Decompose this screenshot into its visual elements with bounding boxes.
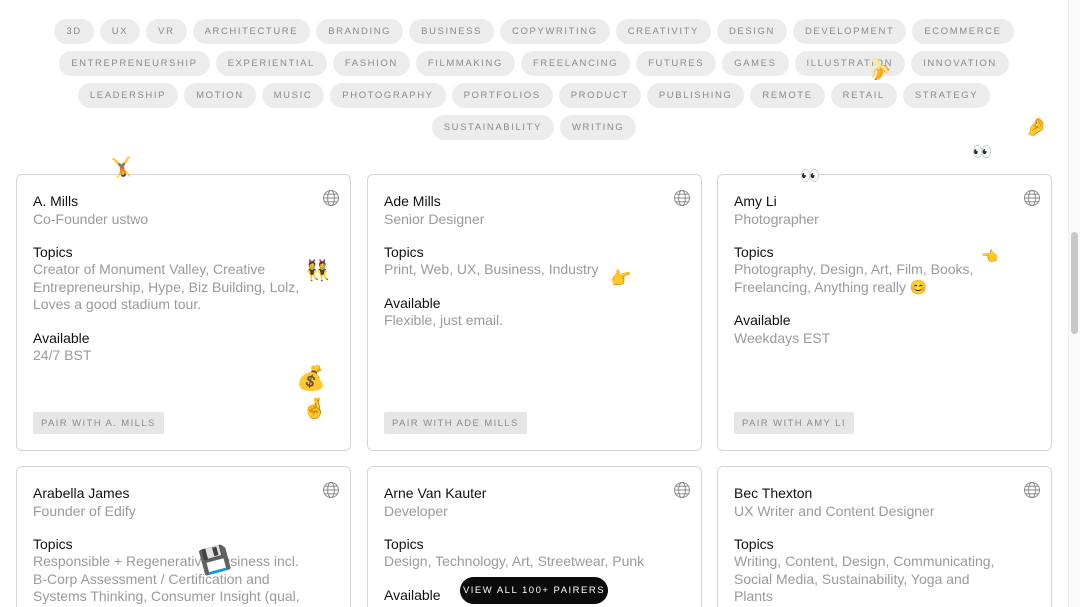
tag-3d[interactable]: 3D [54,19,94,44]
tag-sustainability[interactable]: Sustainability [431,115,554,140]
pair-button[interactable]: Pair with A. Mills [33,412,164,434]
topics-text: Responsible + Regenerative Business incl… [33,553,300,607]
pairer-name: Arne Van Kauter [384,485,487,501]
tag-games[interactable]: Games [722,51,789,76]
globe-icon[interactable] [1023,189,1041,207]
tag-ecommerce[interactable]: Ecommerce [912,19,1014,44]
available-label: Available [734,312,791,328]
tag-entrepreneurship[interactable]: Entrepreneurship [59,51,210,76]
tag-row: Entrepreneurship Experiential Fashion Fi… [0,51,1068,76]
pairer-role: Co-Founder ustwo [33,210,149,227]
globe-icon[interactable] [322,189,340,207]
tag-vr[interactable]: VR [146,19,187,44]
tag-retail[interactable]: Retail [830,83,897,108]
scrollbar[interactable] [1068,0,1080,607]
pairer-role: Senior Designer [384,210,485,227]
topics-label: Topics [384,243,424,260]
pair-button[interactable]: Pair with Ade Mills [384,412,527,434]
available-label: Available [33,329,90,346]
tag-illustration[interactable]: Illustration [794,51,906,76]
tag-strategy[interactable]: Strategy [902,83,991,108]
topics-label: Topics [734,243,774,260]
tag-row: Sustainability Writing [0,115,1068,140]
tag-filmmaking[interactable]: Filmmaking [415,51,515,76]
tag-copywriting[interactable]: Copywriting [500,19,610,44]
topics-text: Design, Technology, Art, Streetwear, Pun… [384,553,645,569]
tag-product[interactable]: Product [558,83,641,108]
globe-icon[interactable] [673,481,691,499]
pairer-role: UX Writer and Content Designer [734,502,935,519]
scrollbar-thumb[interactable] [1071,232,1078,334]
topics-label: Topics [33,535,73,552]
pairer-name: Ade Mills [384,193,441,209]
tag-motion[interactable]: Motion [184,83,256,108]
pairer-role: Photographer [734,210,819,227]
topic-filter-tags: 3D UX VR Architecture Branding Business … [0,19,1068,147]
globe-icon[interactable] [1023,481,1041,499]
available-text: Flexible, just email. [384,312,504,328]
tag-fashion[interactable]: Fashion [332,51,410,76]
pairer-name: Bec Thexton [734,485,813,501]
tag-design[interactable]: Design [716,19,787,44]
tag-row: Leadership Motion Music Photography Port… [0,83,1068,108]
tag-ux[interactable]: UX [99,19,141,44]
tag-leadership[interactable]: Leadership [77,83,179,108]
tag-photography[interactable]: Photography [330,83,446,108]
globe-icon[interactable] [673,189,691,207]
topics-text: Writing, Content, Design, Communicating,… [734,553,995,604]
pair-button[interactable]: Pair with Amy Li [734,412,854,434]
view-all-pairers-button[interactable]: View all 100+ pairers [460,577,608,604]
tag-music[interactable]: Music [261,83,325,108]
topics-text: Photography, Design, Art, Film, Books, F… [734,261,974,295]
tag-portfolios[interactable]: Portfolios [451,83,553,108]
pairer-card: Arabella James Founder of Edify Topics R… [16,466,351,607]
pairer-card: A. Mills Co-Founder ustwo Topics Creator… [16,174,351,451]
tag-remote[interactable]: Remote [750,83,825,108]
available-label: Available [384,294,441,311]
pairer-name: A. Mills [33,193,79,209]
tag-futures[interactable]: Futures [636,51,717,76]
tag-business[interactable]: Business [409,19,494,44]
topics-text: Creator of Monument Valley, Creative Ent… [33,261,300,312]
globe-icon[interactable] [322,481,340,499]
available-text: 24/7 BST [33,347,92,363]
tag-row: 3D UX VR Architecture Branding Business … [0,19,1068,44]
available-text: Weekdays EST [734,329,831,346]
pairer-name: Arabella James [33,485,130,501]
tag-architecture[interactable]: Architecture [192,19,311,44]
tag-publishing[interactable]: Publishing [646,83,745,108]
tag-creativity[interactable]: Creativity [615,19,711,44]
topics-label: Topics [33,243,73,260]
tag-branding[interactable]: Branding [316,19,404,44]
tag-development[interactable]: Development [792,19,907,44]
pairer-role: Developer [384,502,448,519]
pairer-role: Founder of Edify [33,502,136,519]
topics-label: Topics [384,535,424,552]
topics-label: Topics [734,535,774,552]
pairer-name: Amy Li [734,193,777,209]
tag-experiential[interactable]: Experiential [215,51,327,76]
topics-text: Print, Web, UX, Business, Industry [384,261,599,277]
pairer-card: Amy Li Photographer Topics Photography, … [717,174,1052,451]
tag-freelancing[interactable]: Freelancing [520,51,631,76]
tag-writing[interactable]: Writing [559,115,637,140]
pairer-card: Ade Mills Senior Designer Topics Print, … [367,174,702,451]
pairer-card: Bec Thexton UX Writer and Content Design… [717,466,1052,607]
tag-innovation[interactable]: Innovation [911,51,1009,76]
